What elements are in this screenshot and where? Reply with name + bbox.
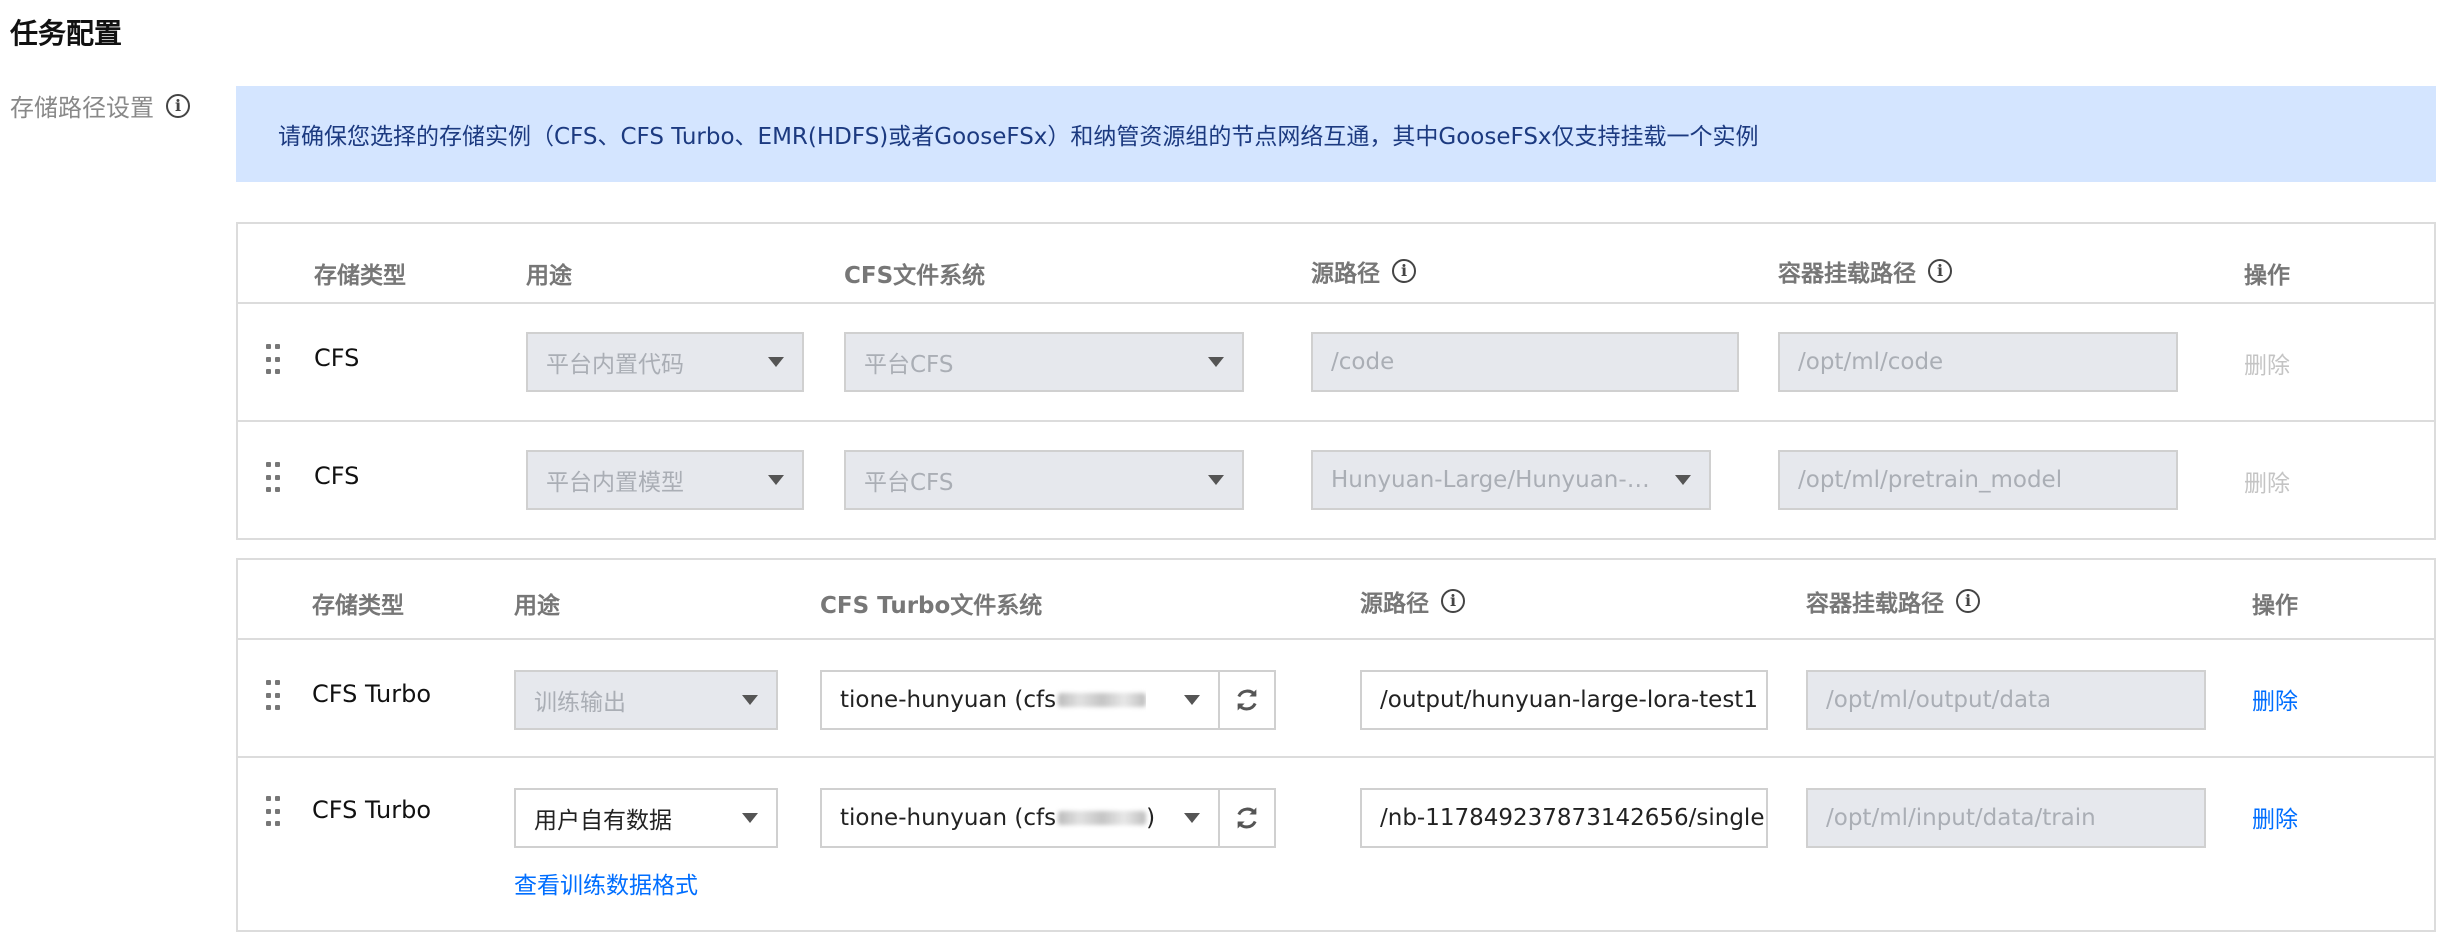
source-path-value: /code [1331,349,1395,375]
source-path-input[interactable]: /nb-1178492378731426​56/single [1360,788,1768,848]
caret-down-icon [742,695,758,705]
mount-path-value: /opt/ml/input/data/train [1826,805,2096,831]
header-source-path-label: 源路径 [1311,261,1380,287]
usage-select-value: 用户自有数据 [534,808,672,834]
refresh-icon [1237,689,1257,711]
header-mount-path: 容器挂载路径 i [1778,254,1952,288]
delete-button[interactable]: 删除 [2252,800,2298,834]
caret-down-icon [1675,475,1691,485]
caret-down-icon [1184,695,1200,705]
mount-path-input: /opt/ml/input/data/train [1806,788,2206,848]
fs-select: 平台CFS [844,332,1244,392]
header-divider [238,638,2434,640]
row-divider [238,420,2434,422]
delete-button: 删除 [2244,353,2290,379]
fs-select[interactable]: tione-hunyuan (cfs) [820,788,1220,848]
header-mount-path-label: 容器挂载路径 [1806,591,1944,617]
info-circle-icon[interactable]: i [1441,589,1465,613]
alert-text: 请确保您选择的存储实例（CFS、CFS Turbo、EMR(HDFS)或者Goo… [278,124,1759,150]
drag-handle-icon[interactable] [266,462,280,492]
header-storage-type: 存储类型 [312,593,404,619]
mount-path-value: /opt/ml/pretrain_model [1798,467,2063,493]
source-path-value: /output/hunyuan-large-lora-test1 [1380,687,1758,713]
mount-path-input: /opt/ml/output/data [1806,670,2206,730]
caret-down-icon [742,813,758,823]
source-path-select: Hunyuan-Large/Hunyuan-L... [1311,450,1711,510]
mount-path-value: /opt/ml/code [1798,349,1944,375]
storage-path-label: 存储路径设置 i [10,88,190,123]
refresh-button[interactable] [1218,670,1276,730]
fs-select: 平台CFS [844,450,1244,510]
fs-name: tione-hunyuan (cfs [840,687,1057,713]
row-storage-type: CFS Turbo [312,796,432,824]
fs-select-value: 平台CFS [864,470,954,496]
drag-handle-icon[interactable] [266,680,280,710]
mount-path-input: /opt/ml/pretrain_model [1778,450,2178,510]
mount-path-value: /opt/ml/output/data [1826,687,2052,713]
usage-select-value: 训练输出 [534,690,626,716]
section-title: 任务配置 [10,17,123,50]
fs-select[interactable]: tione-hunyuan (cfs [820,670,1220,730]
fs-select-value: tione-hunyuan (cfs) [840,805,1155,831]
fs-name-suffix: ) [1146,805,1156,831]
usage-select: 平台内置代码 [526,332,804,392]
caret-down-icon [768,475,784,485]
header-actions: 操作 [2252,593,2298,619]
usage-select-value: 平台内置代码 [546,352,684,378]
usage-select: 平台内置模型 [526,450,804,510]
view-training-data-format-link[interactable]: 查看训练数据格式 [514,866,698,900]
redacted-id [1058,811,1147,825]
usage-select-value: 平台内置模型 [546,470,684,496]
header-actions: 操作 [2244,263,2290,289]
header-fs: CFS文件系统 [844,263,986,289]
caret-down-icon [1208,357,1224,367]
row-storage-type: CFS Turbo [312,680,432,708]
source-path-input: /code [1311,332,1739,392]
fs-select-value: 平台CFS [864,352,954,378]
cfs-storage-table: 存储类型 用途 CFS文件系统 源路径 i 容器挂载路径 i 操作 CFS 平台… [236,222,2436,540]
source-path-value: /nb-1178492378731426​56/single [1380,805,1765,831]
storage-path-label-text: 存储路径设置 [10,94,154,122]
info-circle-icon[interactable]: i [1928,259,1952,283]
fs-name: tione-hunyuan (cfs [840,805,1057,831]
mount-path-input: /opt/ml/code [1778,332,2178,392]
info-circle-icon[interactable]: i [1956,589,1980,613]
source-path-input[interactable]: /output/hunyuan-large-lora-test1 [1360,670,1768,730]
cfs-turbo-storage-table: 存储类型 用途 CFS Turbo文件系统 源路径 i 容器挂载路径 i 操作 … [236,558,2436,932]
header-divider [238,302,2434,304]
refresh-icon [1237,807,1257,829]
drag-handle-icon[interactable] [266,344,280,374]
source-path-value: Hunyuan-Large/Hunyuan-L... [1331,467,1651,493]
header-storage-type: 存储类型 [314,263,406,289]
header-source-path: 源路径 i [1311,254,1416,288]
info-circle-icon[interactable]: i [1392,259,1416,283]
delete-button: 删除 [2244,471,2290,497]
row-storage-type: CFS [314,344,360,372]
caret-down-icon [1184,813,1200,823]
info-circle-icon[interactable]: i [166,93,190,118]
refresh-button[interactable] [1218,788,1276,848]
header-source-path-label: 源路径 [1360,591,1429,617]
row-divider [238,756,2434,758]
fs-select-value: tione-hunyuan (cfs [840,687,1147,713]
redacted-id [1058,693,1147,707]
header-usage: 用途 [514,593,560,619]
usage-select: 训练输出 [514,670,778,730]
drag-handle-icon[interactable] [266,796,280,826]
row-storage-type: CFS [314,462,360,490]
header-fs: CFS Turbo文件系统 [820,593,1043,619]
network-alert: 请确保您选择的存储实例（CFS、CFS Turbo、EMR(HDFS)或者Goo… [236,86,2436,182]
caret-down-icon [1208,475,1224,485]
header-mount-path-label: 容器挂载路径 [1778,261,1916,287]
delete-button[interactable]: 删除 [2252,682,2298,716]
caret-down-icon [768,357,784,367]
header-source-path: 源路径 i [1360,584,1465,618]
header-usage: 用途 [526,263,572,289]
usage-select[interactable]: 用户自有数据 [514,788,778,848]
header-mount-path: 容器挂载路径 i [1806,584,1980,618]
